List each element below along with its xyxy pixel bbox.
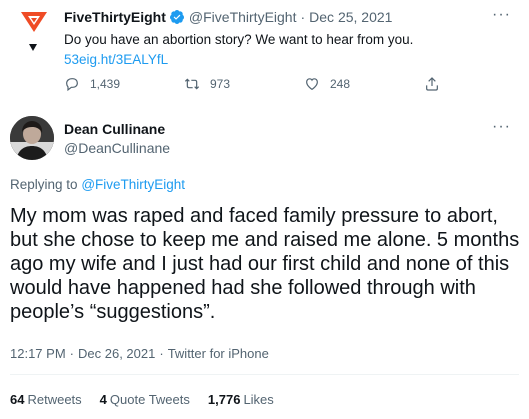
tweet-date[interactable]: Dec 26, 2021 — [78, 346, 155, 361]
meta-separator: · — [159, 346, 164, 361]
retweet-button[interactable]: 973 — [184, 76, 230, 92]
parent-author-handle[interactable]: @FiveThirtyEight — [189, 9, 297, 25]
quote-tweets-count: 4 — [99, 392, 107, 407]
tweet-stats: 64 Retweets 4 Quote Tweets 1,776 Likes — [10, 392, 292, 407]
thread-connector-icon — [29, 44, 37, 51]
parent-tweet-text: Do you have an abortion story? We want t… — [64, 32, 414, 47]
main-author-name[interactable]: Dean Cullinane — [64, 121, 165, 137]
like-button[interactable]: 248 — [304, 76, 350, 92]
verified-badge-icon — [169, 10, 184, 24]
more-options-icon[interactable]: ··· — [492, 118, 511, 136]
retweets-stat[interactable]: 64 Retweets — [10, 392, 82, 407]
parent-tweet-date[interactable]: Dec 25, 2021 — [309, 9, 392, 25]
retweets-label: Retweets — [27, 392, 82, 407]
tweet-meta: 12:17 PM · Dec 26, 2021 · Twitter for iP… — [10, 346, 269, 361]
replying-to-mention[interactable]: @FiveThirtyEight — [81, 177, 185, 192]
retweet-icon — [184, 78, 200, 90]
tweet-time[interactable]: 12:17 PM — [10, 346, 66, 361]
parent-tweet[interactable]: FiveThirtyEight @FiveThirtyEight · Dec 2… — [0, 0, 529, 102]
main-tweet-text: My mom was raped and faced family pressu… — [10, 205, 520, 323]
reply-icon — [66, 78, 78, 92]
divider — [10, 374, 519, 375]
like-count: 248 — [330, 77, 351, 91]
more-options-icon[interactable]: ··· — [492, 6, 511, 24]
heart-icon — [306, 78, 318, 91]
parent-author-name[interactable]: FiveThirtyEight — [64, 9, 166, 25]
likes-count: 1,776 — [207, 392, 241, 407]
main-author-handle[interactable]: @DeanCullinane — [64, 140, 170, 156]
parent-tweet-actions: 1,439 973 248 — [64, 76, 444, 96]
share-icon — [426, 77, 438, 91]
parent-tweet-link[interactable]: 53eig.ht/3EALYfL — [64, 52, 168, 67]
reply-count: 1,439 — [90, 77, 121, 91]
meta-separator: · — [69, 346, 74, 361]
main-tweet-header: Dean Cullinane @DeanCullinane ··· — [10, 116, 519, 166]
replying-to-line: Replying to @FiveThirtyEight — [10, 177, 185, 192]
retweet-count: 973 — [210, 77, 231, 91]
fivethirtyeight-logo[interactable] — [20, 10, 48, 38]
avatar[interactable] — [10, 116, 54, 160]
avatar-image — [10, 116, 54, 160]
quote-tweets-label: Quote Tweets — [109, 392, 190, 407]
header-separator: · — [300, 9, 306, 25]
parent-tweet-header: FiveThirtyEight @FiveThirtyEight · Dec 2… — [64, 9, 392, 25]
reply-button[interactable]: 1,439 — [64, 76, 120, 92]
likes-stat[interactable]: 1,776 Likes — [208, 392, 274, 407]
retweets-count: 64 — [10, 392, 25, 407]
share-button[interactable] — [424, 76, 450, 92]
tweet-source[interactable]: Twitter for iPhone — [168, 346, 269, 361]
replying-prefix: Replying to — [10, 177, 78, 192]
likes-label: Likes — [243, 392, 274, 407]
quote-tweets-stat[interactable]: 4 Quote Tweets — [100, 392, 190, 407]
